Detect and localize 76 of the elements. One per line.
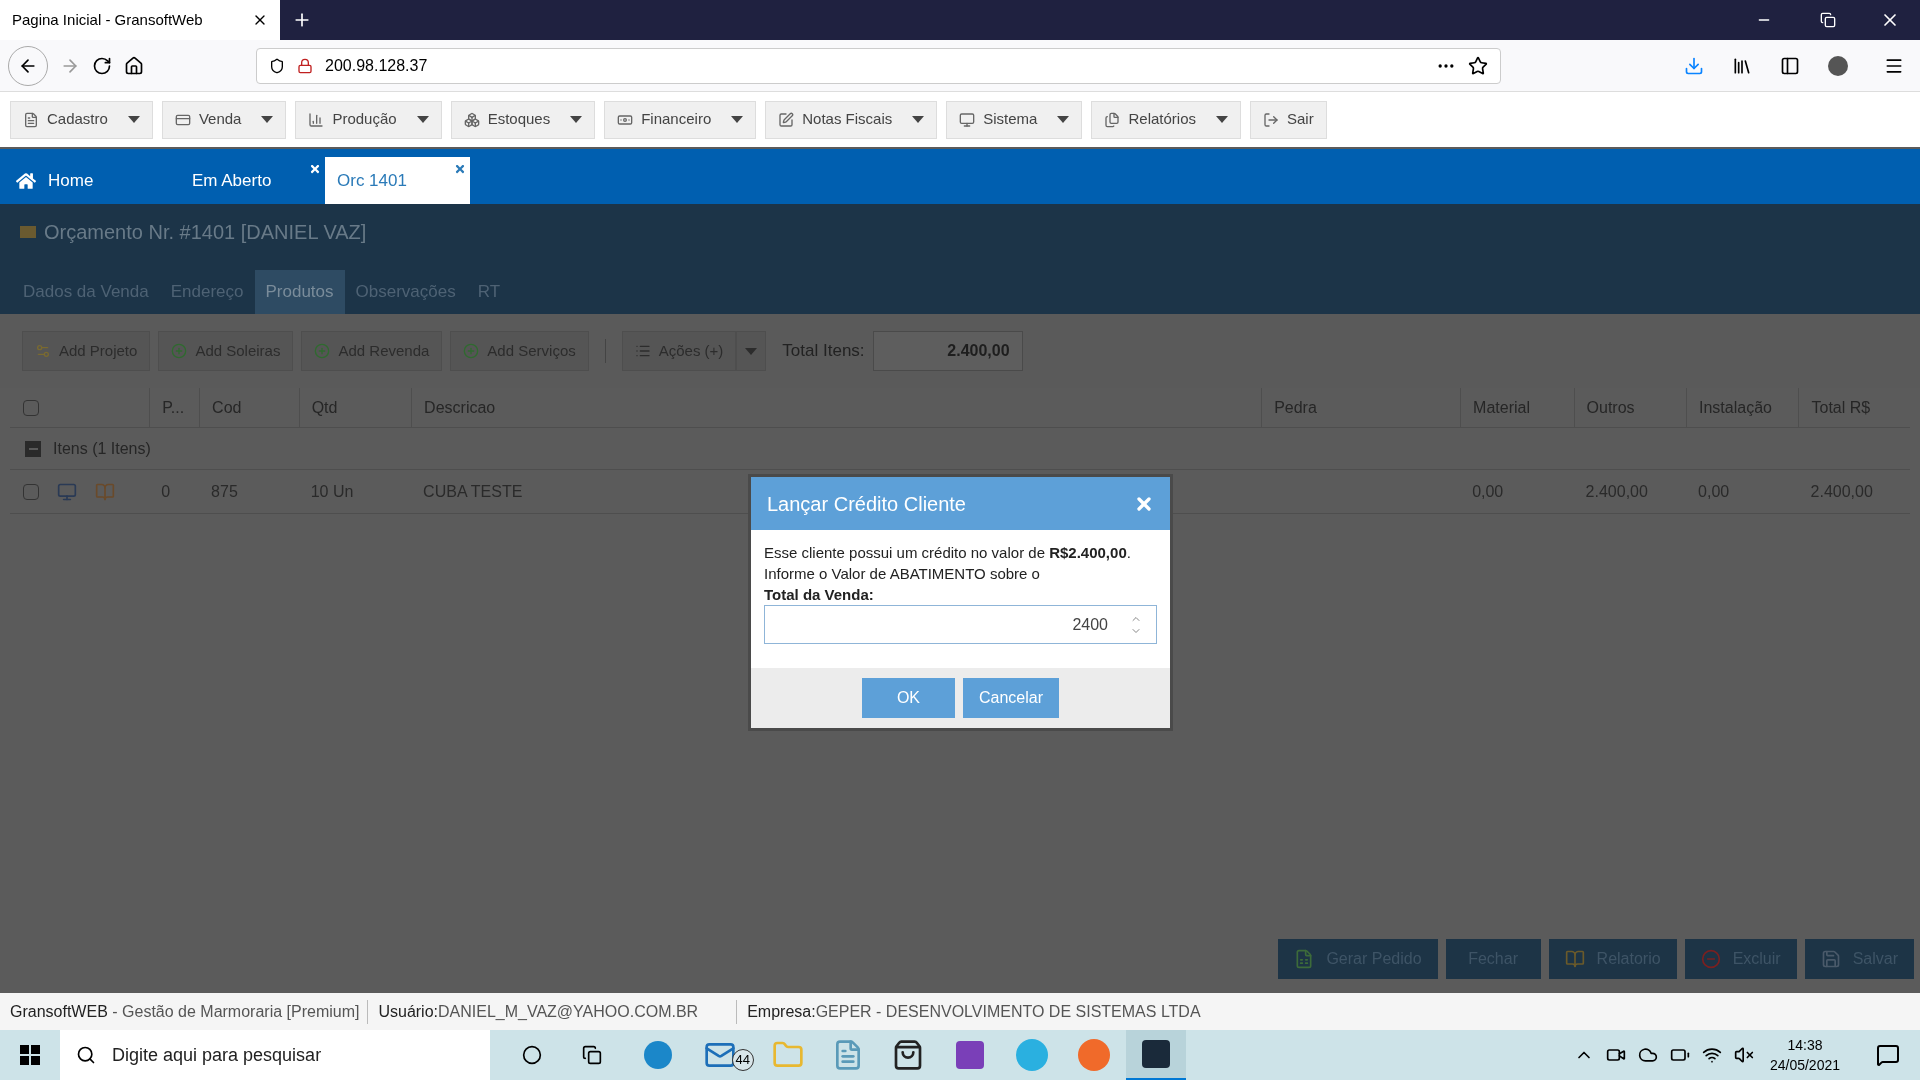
list-icon bbox=[634, 343, 651, 359]
menu-button[interactable]: Estoques bbox=[450, 100, 596, 139]
boxes-icon bbox=[463, 111, 480, 128]
dialog-title: Lançar Crédito Cliente bbox=[767, 491, 966, 517]
cloud-icon[interactable] bbox=[1637, 1045, 1658, 1065]
total-field: 2.400,00 bbox=[872, 331, 1023, 371]
caret-icon bbox=[731, 116, 744, 123]
menu-button[interactable]: Relatórios bbox=[1091, 100, 1241, 139]
store-icon[interactable] bbox=[892, 1039, 924, 1071]
wifi-icon[interactable] bbox=[1701, 1045, 1722, 1065]
app-tab[interactable]: Em Aberto bbox=[180, 157, 325, 204]
menu-button[interactable]: Financeiro bbox=[604, 100, 757, 139]
close-icon[interactable] bbox=[309, 163, 321, 175]
dialog-button[interactable]: OK bbox=[862, 678, 955, 718]
caret-icon bbox=[127, 116, 140, 123]
menu-button[interactable]: Cadastro bbox=[10, 100, 153, 139]
save-icon bbox=[1820, 949, 1841, 969]
dialog-button[interactable]: Cancelar bbox=[963, 678, 1059, 718]
mail-badge: 44 bbox=[731, 1049, 754, 1071]
clock[interactable]: 14:38 24/05/2021 bbox=[1769, 1035, 1840, 1075]
caret-icon bbox=[1057, 116, 1070, 123]
taskbar-search-field[interactable]: Digite aqui para pesquisar bbox=[60, 1030, 490, 1080]
task-view-icon[interactable] bbox=[582, 1045, 602, 1065]
bar-chart-icon bbox=[308, 111, 325, 128]
edit-icon bbox=[778, 111, 795, 128]
menu-button[interactable]: Sair bbox=[1250, 100, 1327, 139]
delete-icon bbox=[1700, 949, 1721, 969]
download-icon[interactable] bbox=[1684, 55, 1704, 76]
menu-button[interactable]: Produção bbox=[295, 100, 442, 139]
status-text: GransoftWEB - Gestão de Marmoraria [Premium] bbox=[10, 1001, 360, 1022]
address-bar[interactable]: 200.98.128.37 bbox=[256, 47, 1501, 84]
status-text: Usuário:DANIEL_M_VAZ@YAHOO.COM.BR bbox=[367, 999, 699, 1024]
sidebar-icon[interactable] bbox=[1780, 55, 1800, 76]
star-icon[interactable] bbox=[1468, 55, 1488, 76]
notification-icon[interactable] bbox=[1876, 1043, 1900, 1067]
page-title: Orçamento Nr. #1401 [DANIEL VAZ] bbox=[44, 220, 367, 245]
restore-icon[interactable] bbox=[1820, 12, 1836, 28]
total-label: Total Itens: bbox=[782, 340, 865, 363]
files-icon bbox=[1104, 111, 1121, 128]
add-icon bbox=[171, 343, 188, 359]
section-tab[interactable]: Produtos bbox=[254, 270, 345, 314]
app-tab[interactable]: Orc 1401 bbox=[325, 157, 470, 204]
folder-icon bbox=[20, 226, 36, 238]
cortana-icon[interactable] bbox=[522, 1045, 542, 1065]
menu-button[interactable]: Venda bbox=[161, 100, 287, 139]
add-icon bbox=[314, 343, 331, 359]
home-icon[interactable] bbox=[124, 55, 144, 76]
monitor-icon bbox=[959, 111, 976, 128]
caret-icon bbox=[261, 116, 274, 123]
reload-icon[interactable] bbox=[92, 55, 112, 76]
status-text: Empresa:GEPER - DESENVOLVIMENTO DE SISTEMAS LTDA bbox=[736, 999, 1201, 1024]
document-icon bbox=[1294, 949, 1315, 969]
add-icon bbox=[463, 343, 480, 359]
lock-icon[interactable] bbox=[297, 57, 313, 74]
dialog-message: Esse cliente possui um crédito no valor de R$2.400,00. Informe o Valor de ABATIMENTO sobre o bbox=[764, 543, 1132, 584]
search-icon bbox=[76, 1045, 96, 1065]
document-icon bbox=[23, 111, 39, 128]
account-icon[interactable] bbox=[1828, 55, 1848, 76]
shield-icon[interactable] bbox=[269, 57, 285, 74]
mute-icon[interactable] bbox=[1733, 1045, 1754, 1065]
menu-button[interactable]: Sistema bbox=[946, 100, 1083, 139]
logout-icon bbox=[1263, 111, 1279, 128]
caret-icon bbox=[745, 347, 758, 355]
number-input-field[interactable]: 2400 bbox=[764, 605, 1157, 644]
caret-icon bbox=[570, 116, 583, 123]
home-icon bbox=[16, 170, 36, 191]
caret-icon bbox=[1216, 116, 1228, 123]
checkbox[interactable] bbox=[23, 399, 39, 416]
caret-icon bbox=[416, 116, 429, 123]
app-tab[interactable]: Home bbox=[0, 157, 180, 204]
browser-tab[interactable]: Pagina Inicial - GransoftWeb bbox=[0, 0, 280, 40]
book-icon bbox=[1564, 949, 1585, 969]
field-label: Total da Venda: bbox=[764, 585, 875, 605]
checkbox[interactable] bbox=[23, 483, 39, 500]
caret-icon bbox=[912, 116, 925, 123]
menu-button[interactable]: Notas Fiscais bbox=[765, 100, 938, 139]
